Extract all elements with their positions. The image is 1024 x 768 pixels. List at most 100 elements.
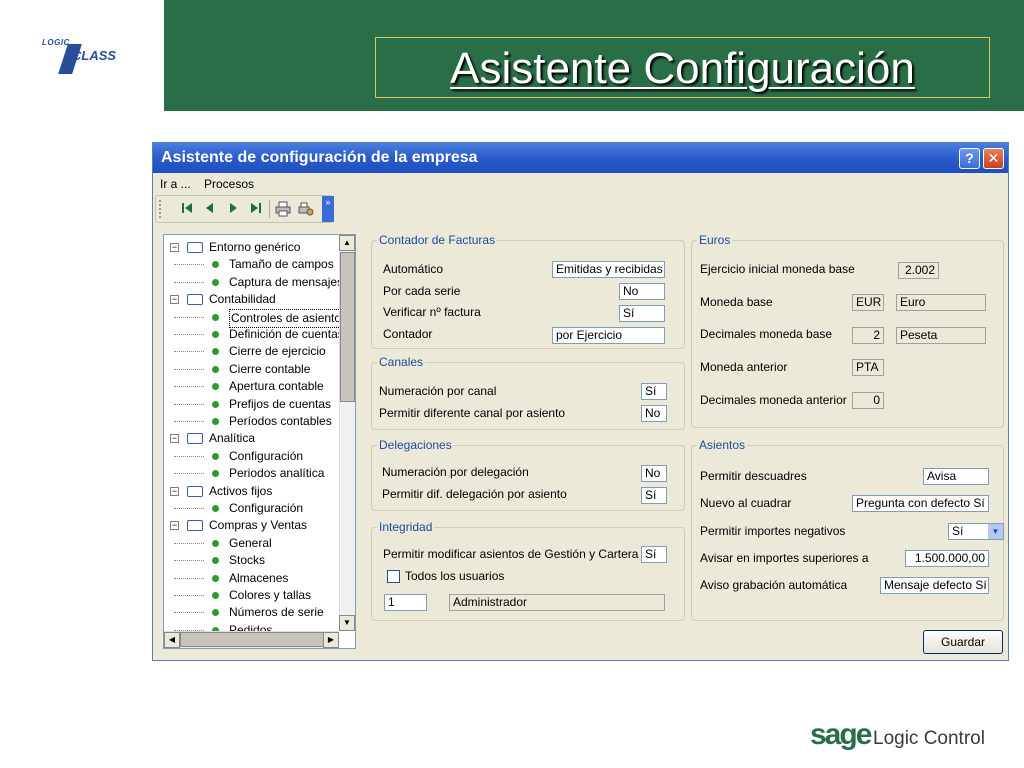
tree-connector xyxy=(174,421,204,422)
toolbar-grip[interactable] xyxy=(159,200,162,218)
nuevo-cuadrar-label: Nuevo al cuadrar xyxy=(700,496,792,510)
tree-item[interactable]: Cierre de ejercicio xyxy=(164,343,339,360)
tree-item[interactable]: − Activos fijos xyxy=(164,483,339,500)
tree-connector xyxy=(174,368,204,370)
automatico-field[interactable]: Emitidas y recibidas xyxy=(552,261,665,278)
tree-item[interactable]: − Analítica xyxy=(164,430,339,447)
tree-connector xyxy=(174,334,204,335)
decimales-base-field: 2 xyxy=(852,327,884,344)
importes-negativos-select[interactable]: Sí ▼ xyxy=(948,523,1004,540)
tree-item[interactable]: Captura de mensajes xyxy=(164,274,339,291)
chevron-down-icon[interactable]: ▼ xyxy=(988,524,1003,539)
permitir-canal-field[interactable]: No xyxy=(641,405,667,422)
tree-item[interactable]: − Compras y Ventas xyxy=(164,517,339,534)
config-wizard-window: Asistente de configuración de la empresa… xyxy=(152,142,1009,661)
scroll-down-button[interactable]: ▼ xyxy=(339,615,355,631)
moneda-base-label: Moneda base xyxy=(700,295,773,309)
tree-item[interactable]: Períodos contables xyxy=(164,413,339,430)
collapse-icon[interactable]: − xyxy=(170,295,179,305)
tree-item-label: Configuración xyxy=(229,501,304,515)
tree-item[interactable]: Controles de asiento xyxy=(164,308,339,328)
tree-item[interactable]: Colores y tallas xyxy=(164,587,339,604)
close-button[interactable]: ✕ xyxy=(983,148,1004,169)
todos-usuarios-checkbox[interactable] xyxy=(387,570,400,583)
bullet-icon xyxy=(212,574,219,582)
verificar-factura-field[interactable]: Sí xyxy=(619,305,665,322)
tree-vertical-scroll-thumb[interactable] xyxy=(340,252,355,402)
por-cada-serie-label: Por cada serie xyxy=(383,284,461,298)
tree-item[interactable]: Definición de cuentas xyxy=(164,326,339,343)
tree-item[interactable]: General xyxy=(164,535,339,552)
permitir-delegacion-field[interactable]: Sí xyxy=(641,487,667,504)
integridad-group-title: Integridad xyxy=(377,520,435,534)
tree-item[interactable]: Configuración xyxy=(164,500,339,517)
collapse-icon[interactable]: − xyxy=(170,486,179,496)
guardar-button[interactable]: Guardar xyxy=(923,630,1003,654)
avisar-importes-label: Avisar en importes superiores a xyxy=(700,551,869,565)
collapse-icon[interactable]: − xyxy=(170,521,179,531)
automatico-label: Automático xyxy=(383,262,444,276)
tree-item-label: Analítica xyxy=(209,431,256,446)
tree-connector xyxy=(174,612,204,614)
scroll-left-button[interactable]: ◀ xyxy=(164,632,180,648)
por-cada-serie-field[interactable]: No xyxy=(619,283,665,300)
permitir-modificar-field[interactable]: Sí xyxy=(641,546,667,563)
tree-item[interactable]: Almacenes xyxy=(164,570,339,587)
tree-item[interactable]: Configuración xyxy=(164,448,339,465)
tree-item[interactable]: Números de serie xyxy=(164,604,339,621)
tree-item[interactable]: Prefijos de cuentas xyxy=(164,396,339,413)
folder-icon xyxy=(187,242,203,253)
numeracion-delegacion-label: Numeración por delegación xyxy=(382,465,529,479)
importes-negativos-value: Sí xyxy=(952,524,964,538)
tree-item[interactable]: Tamaño de campos xyxy=(164,256,339,273)
importes-negativos-label: Permitir importes negativos xyxy=(700,524,846,538)
tree-connector xyxy=(174,577,204,579)
toolbar-more-button[interactable]: » xyxy=(322,196,334,222)
usuario-code-field[interactable]: 1 xyxy=(384,594,427,611)
bullet-icon xyxy=(212,539,219,547)
aviso-grabacion-field[interactable]: Mensaje defecto Sí xyxy=(880,577,989,594)
tree-item[interactable]: Stocks xyxy=(164,552,339,569)
verificar-factura-label: Verificar nº factura xyxy=(383,305,481,319)
bullet-icon xyxy=(212,278,219,286)
print-setup-icon[interactable] xyxy=(297,201,315,217)
permitir-descuadres-field[interactable]: Avisa xyxy=(923,468,989,485)
tree-horizontal-scroll-thumb[interactable] xyxy=(180,632,330,647)
aviso-grabacion-label: Aviso grabación automática xyxy=(700,578,848,592)
previous-record-icon[interactable] xyxy=(201,201,219,217)
first-record-icon[interactable] xyxy=(178,201,196,217)
avisar-importes-field[interactable]: 1.500.000,00 xyxy=(905,550,989,567)
scroll-up-button[interactable]: ▲ xyxy=(339,235,355,251)
window-titlebar[interactable]: Asistente de configuración de la empresa… xyxy=(153,143,1008,173)
tree-item-label: Pedidos xyxy=(229,622,273,631)
collapse-icon[interactable]: − xyxy=(170,243,179,252)
numeracion-delegacion-field[interactable]: No xyxy=(641,465,667,482)
print-icon[interactable] xyxy=(274,201,292,217)
scroll-right-button[interactable]: ▶ xyxy=(323,632,339,648)
bullet-icon xyxy=(212,261,219,269)
tree-item[interactable]: Cierre contable xyxy=(164,361,339,378)
navigation-tree: − Entorno genérico Tamaño de campos Captura… xyxy=(163,234,356,649)
next-record-icon[interactable] xyxy=(224,201,242,217)
logo-small-top: LOGIC xyxy=(42,38,70,47)
folder-icon xyxy=(187,294,203,306)
menu-ir-a[interactable]: Ir a ... xyxy=(160,177,191,191)
menu-procesos[interactable]: Procesos xyxy=(204,177,254,191)
help-button[interactable]: ? xyxy=(959,148,980,169)
collapse-icon[interactable]: − xyxy=(170,434,179,444)
nuevo-cuadrar-field[interactable]: Pregunta con defecto Sí xyxy=(852,495,989,512)
ejercicio-inicial-label: Ejercicio inicial moneda base xyxy=(700,262,855,276)
tree-item[interactable]: Apertura contable xyxy=(164,378,339,395)
tree-connector xyxy=(174,316,204,318)
tree-item[interactable]: Pedidos xyxy=(164,622,339,631)
last-record-icon[interactable] xyxy=(247,201,265,217)
contador-label: Contador xyxy=(383,327,433,341)
contador-field[interactable]: por Ejercicio xyxy=(552,327,665,344)
folder-icon xyxy=(187,485,203,497)
bullet-icon xyxy=(212,557,219,565)
tree-item[interactable]: − Contabilidad xyxy=(164,291,339,308)
tree-item-label: Cierre de ejercicio xyxy=(229,344,326,359)
tree-item[interactable]: Periodos analítica xyxy=(164,465,339,482)
tree-item[interactable]: − Entorno genérico xyxy=(164,239,339,256)
numeracion-canal-field[interactable]: Sí xyxy=(641,383,667,400)
